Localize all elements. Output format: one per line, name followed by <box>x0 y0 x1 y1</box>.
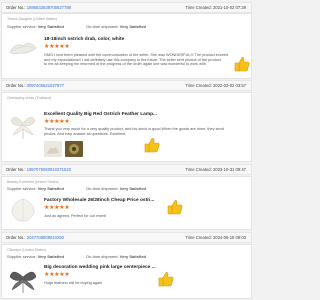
product-title[interactable]: 18-18inch ostrich drab, color, white <box>44 37 124 42</box>
order-number-link[interactable]: 1997076060910271523 <box>27 167 71 172</box>
satisfaction-row: Supplier service: Very Satisfied On-time … <box>7 254 147 259</box>
order-number-link[interactable]: 3097405621027877 <box>27 83 64 88</box>
time-created: Time Created: 2022-02-02 03:57 <box>185 83 246 88</box>
review-photo[interactable] <box>44 141 62 157</box>
product-thumbnail[interactable] <box>8 195 38 225</box>
product-title[interactable]: Factory Wholesale 26/28inch Cheap Price … <box>44 198 154 203</box>
order-number: Order No.: 1997076060910271523 <box>6 167 71 172</box>
rating-stars: ★★★★★ <box>44 272 70 278</box>
time-created: Time Created: 2024-05-15 08:03 <box>185 235 246 240</box>
review-text: OMG I love them pleased with the communi… <box>44 53 229 67</box>
review-photo[interactable] <box>65 141 83 157</box>
order-header-top: Order No.: 1895532639705527788 Time Crea… <box>1 2 252 13</box>
order-header: Order No.: 1997076060910271523 Time Crea… <box>1 164 252 175</box>
product-thumbnail[interactable] <box>8 263 38 295</box>
reviewer-info: Beauty Excellent (United States) <box>7 180 59 184</box>
order-header: Order No.: 3097405621027877 Time Created… <box>1 80 252 91</box>
reviewer-info: Tinsox Daughto (United States) <box>7 17 58 21</box>
order-header: Order No.: 2047706809010250 Time Created… <box>1 232 252 243</box>
product-title[interactable]: Big decoration wedding pink large center… <box>44 265 156 270</box>
review-card: Tinsox Daughto (United States) Supplier … <box>1 13 252 79</box>
rating-stars: ★★★★★ <box>44 119 70 125</box>
review-text: Just as agreed. Perfect for our event! <box>44 214 107 218</box>
product-thumbnail[interactable] <box>8 111 38 141</box>
reviewer-info: Overlaping dress (Thailand) <box>7 96 52 100</box>
satisfaction-row: Supplier service: Very Satisfied On-time … <box>7 24 147 29</box>
thumbs-up-icon <box>234 57 250 72</box>
review-card: Beauty Excellent (United States) Supplie… <box>1 176 252 230</box>
thumbs-up-icon <box>144 138 160 153</box>
satisfaction-row: Supplier service: Very Satisfied On-time … <box>7 186 147 191</box>
rating-stars: ★★★★★ <box>44 44 70 50</box>
rating-stars: ★★★★★ <box>44 205 70 211</box>
review-card: Overlaping dress (Thailand) Excellent Qu… <box>1 92 252 162</box>
thumbs-up-icon <box>158 272 174 287</box>
thumbs-up-icon <box>167 200 183 215</box>
time-created: Time Created: 2023-10-31 09:47 <box>185 167 246 172</box>
time-created: Time Created: 2021-10-02 07:29 <box>185 5 246 10</box>
review-text: Thank you very much for a very quality p… <box>44 127 224 136</box>
review-card: CBrudyn (United States) Supplier service… <box>1 244 252 299</box>
order-number: Order No.: 3097405621027877 <box>6 83 64 88</box>
order-number: Order No.: 1895532639705527788 <box>6 5 71 10</box>
order-number-link[interactable]: 2047706809010250 <box>27 235 64 240</box>
product-title[interactable]: Excellent Quality Big Red Ostrich Feathe… <box>44 112 157 117</box>
review-text: Huge feathers will be buying again <box>44 281 103 285</box>
product-thumbnail[interactable] <box>8 36 38 58</box>
order-number-link[interactable]: 1895532639705527788 <box>27 5 71 10</box>
reviewer-info: CBrudyn (United States) <box>7 248 46 252</box>
order-number: Order No.: 2047706809010250 <box>6 235 64 240</box>
